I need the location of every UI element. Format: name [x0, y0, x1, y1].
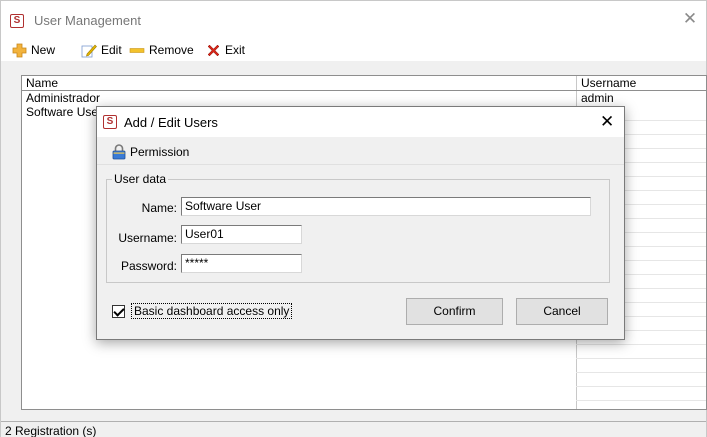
confirm-button[interactable]: Confirm [406, 298, 503, 325]
close-icon[interactable]: ✕ [682, 10, 698, 28]
dialog-title: Add / Edit Users [124, 115, 218, 130]
exit-button[interactable]: Exit [206, 41, 245, 59]
add-plus-icon [12, 43, 27, 57]
app-logo-icon: S [10, 14, 24, 28]
cell-name: Administrador [26, 91, 101, 105]
grid-line [576, 372, 706, 373]
status-bar: 2 Registration (s) [1, 421, 706, 437]
password-label: Password: [120, 259, 177, 273]
cancel-button[interactable]: Cancel [516, 298, 608, 325]
edit-button-label: Edit [101, 43, 122, 57]
red-x-exit-icon [207, 44, 220, 56]
pencil-edit-icon [81, 44, 97, 57]
username-label: Username: [118, 231, 177, 245]
grid-line [576, 358, 706, 359]
toolbar: New Edit Remove Exit [1, 39, 706, 61]
username-field[interactable]: User01 [181, 225, 302, 244]
cell-username: admin [581, 91, 614, 105]
add-edit-users-dialog: S Add / Edit Users ✕ Permission User dat… [96, 106, 625, 340]
column-header-username[interactable]: Username [577, 76, 706, 91]
padlock-icon [112, 144, 126, 160]
exit-button-label: Exit [225, 43, 246, 57]
remove-button[interactable]: Remove [129, 41, 194, 59]
grid-line [576, 344, 706, 345]
column-header-name[interactable]: Name [22, 76, 576, 91]
grid-line [576, 386, 706, 387]
basic-access-checkbox[interactable] [112, 304, 125, 318]
new-button-label: New [31, 43, 56, 57]
basic-access-label[interactable]: Basic dashboard access only [131, 303, 293, 319]
grid-line [576, 400, 706, 401]
name-label: Name: [141, 201, 177, 215]
grid-header: Name Username [22, 76, 706, 91]
name-field[interactable]: Software User [181, 197, 591, 216]
permission-label: Permission [130, 145, 190, 159]
window-title: User Management [34, 13, 141, 28]
permission-button[interactable]: Permission [112, 143, 189, 161]
app-logo-icon: S [103, 115, 117, 129]
password-field[interactable]: ***** [181, 254, 302, 273]
dialog-title-bar: S Add / Edit Users ✕ [97, 107, 624, 137]
dialog-close-icon[interactable]: ✕ [600, 113, 614, 131]
dialog-toolbar: Permission [97, 137, 624, 165]
group-title: User data [112, 172, 169, 186]
edit-button[interactable]: Edit [81, 41, 122, 59]
remove-button-label: Remove [149, 43, 194, 57]
record-count: 2 Registration (s) [5, 424, 97, 437]
title-bar: S User Management ✕ [1, 1, 706, 39]
minus-remove-icon [129, 47, 145, 53]
new-button[interactable]: New [12, 41, 55, 59]
basic-access-checkbox-row[interactable]: Basic dashboard access only [112, 303, 293, 319]
table-row[interactable]: Administrador admin [22, 92, 706, 106]
